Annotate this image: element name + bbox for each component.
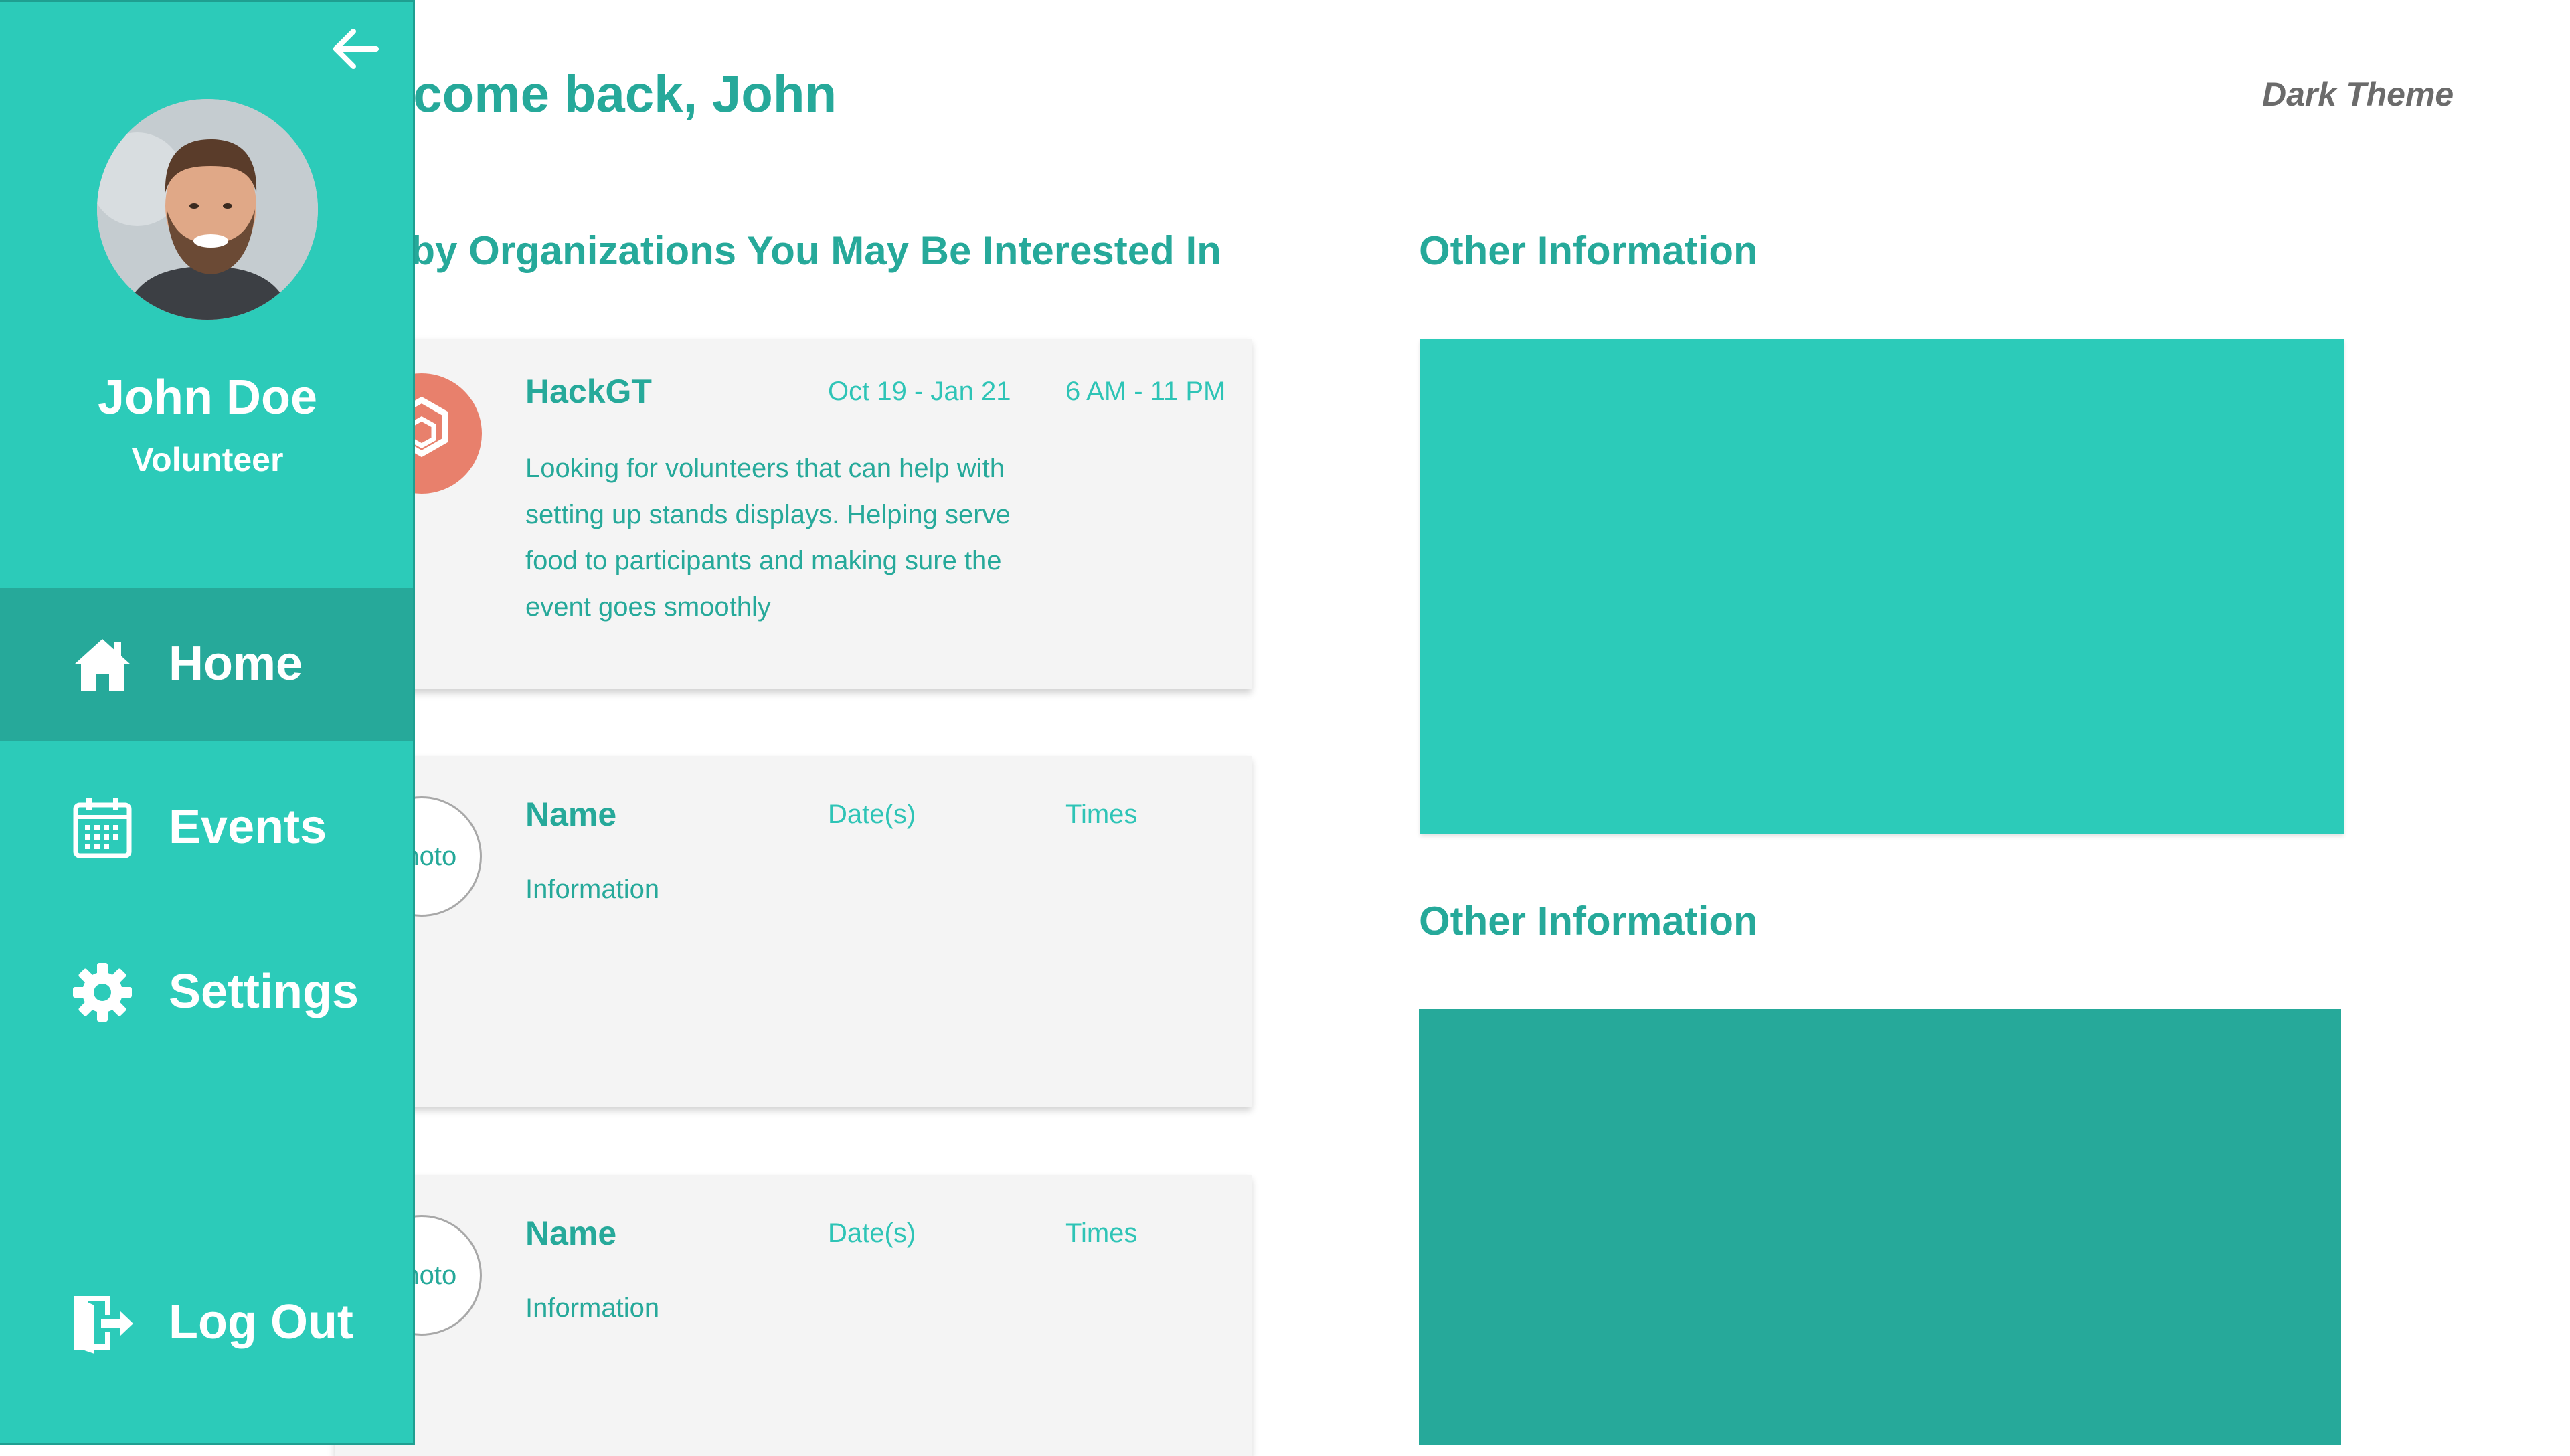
organization-times: 6 AM - 11 PM [1065, 377, 1226, 406]
avatar [97, 99, 318, 320]
user-name: John Doe [97, 371, 317, 424]
organization-card[interactable]: Photo Name Date(s) Times Information [335, 756, 1252, 1107]
organization-dates: Date(s) [828, 1218, 916, 1248]
logout-label: Log Out [169, 1295, 353, 1349]
nearby-organizations-heading: Nearby Organizations You May Be Interest… [321, 228, 1221, 273]
user-role: Volunteer [131, 441, 284, 478]
back-arrow-icon[interactable] [328, 22, 381, 76]
sidebar-item-events[interactable]: Events [0, 751, 413, 904]
sidebar: John Doe Volunteer Home Events Settings … [0, 0, 415, 1445]
organization-info: Information [525, 875, 660, 904]
organization-name: HackGT [525, 373, 652, 410]
dark-theme-toggle[interactable]: Dark Theme [2262, 75, 2454, 114]
sidebar-item-home[interactable]: Home [0, 588, 413, 741]
sidebar-item-label: Settings [169, 965, 359, 1018]
organization-dates: Date(s) [828, 800, 916, 829]
gear-icon [70, 960, 135, 1024]
organization-times: Times [1065, 1218, 1138, 1248]
organization-times: Times [1065, 800, 1138, 829]
organization-card[interactable]: Photo Name Date(s) Times Information [335, 1175, 1252, 1456]
other-information-panel-1 [1420, 339, 2344, 834]
sidebar-item-settings[interactable]: Settings [0, 916, 413, 1069]
logout-button[interactable]: Log Out [0, 1247, 413, 1399]
other-information-heading-2: Other Information [1419, 899, 1758, 943]
organization-info: Information [525, 1293, 660, 1323]
organization-name: Name [525, 796, 617, 833]
organization-dates: Oct 19 - Jan 21 [828, 377, 1011, 406]
organization-info: Looking for volunteers that can help wit… [525, 454, 1011, 622]
organization-name: Name [525, 1214, 617, 1252]
other-information-heading-1: Other Information [1419, 228, 1758, 273]
logout-icon [70, 1291, 135, 1355]
organization-card[interactable]: HackGT Oct 19 - Jan 21 6 AM - 11 PM Look… [335, 339, 1252, 689]
calendar-icon [70, 796, 135, 860]
sidebar-item-label: Home [169, 637, 303, 691]
sidebar-item-label: Events [169, 800, 327, 854]
other-information-panel-2 [1419, 1009, 2341, 1445]
home-icon [70, 632, 135, 697]
